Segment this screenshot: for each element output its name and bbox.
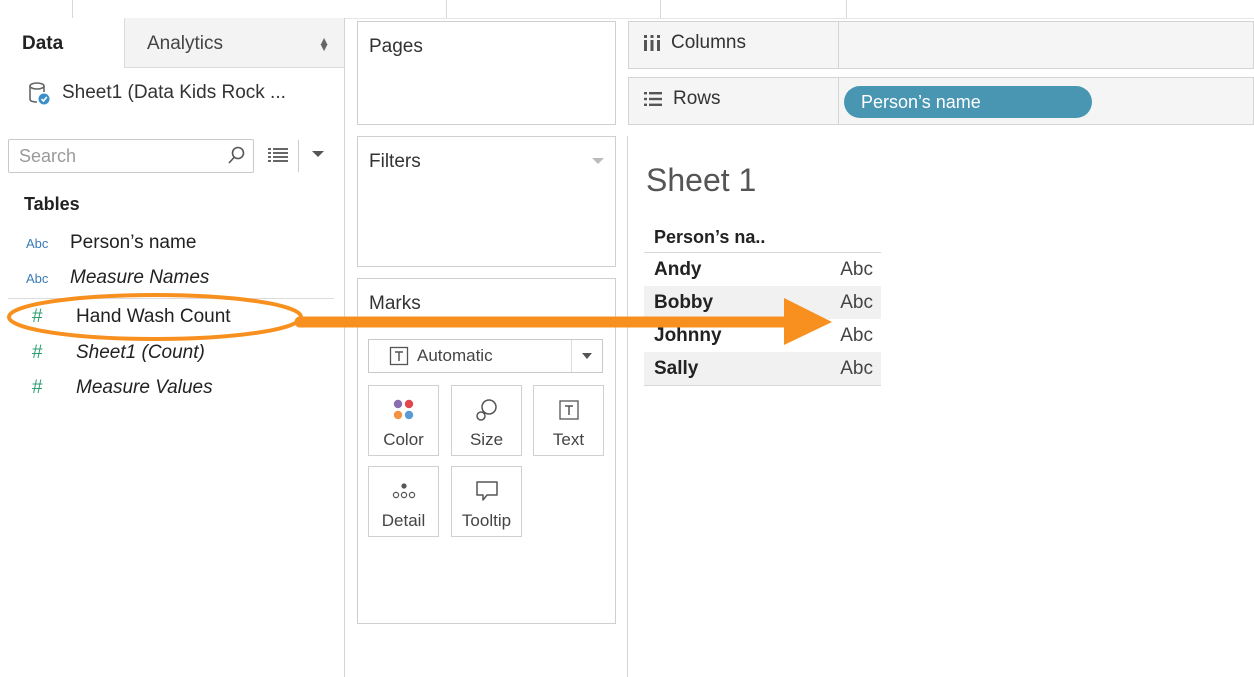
number-type-icon: #	[32, 377, 43, 398]
number-type-icon: #	[32, 342, 43, 363]
row-name: Sally	[654, 357, 699, 379]
row-name: Johnny	[654, 324, 722, 346]
string-type-icon: Abc	[26, 235, 49, 251]
detail-label: Detail	[381, 511, 426, 530]
sheet-title[interactable]: Sheet 1	[646, 162, 756, 199]
text-label: Text	[552, 430, 585, 449]
datasource-icon	[29, 82, 50, 105]
datasource-name: Sheet1 (Data Kids Rock ...	[62, 82, 286, 103]
table-row[interactable]: Johnny Abc	[644, 319, 881, 352]
data-pane: Data Analytics ▲ ▼ Sheet1 (Data Kids Rock…	[0, 18, 345, 677]
field-label: Measure Values	[76, 377, 213, 398]
rows-pill-persons-name[interactable]: Person’s name	[844, 86, 1092, 118]
toolbar-divider	[660, 0, 661, 18]
toolbar-divider	[446, 0, 447, 18]
field-divider	[8, 298, 334, 299]
tables-heading: Tables	[24, 194, 80, 214]
search-divider	[298, 140, 299, 172]
tab-analytics-label: Analytics	[147, 33, 224, 54]
row-name: Andy	[654, 258, 702, 280]
tooltip-label: Tooltip	[461, 511, 512, 530]
rows-label: Rows	[673, 88, 721, 109]
field-label: Hand Wash Count	[76, 306, 231, 327]
marks-title: Marks	[369, 293, 421, 314]
string-type-icon: Abc	[26, 270, 49, 286]
field-measure-names[interactable]: Abc Measure Names	[26, 263, 209, 293]
field-sheet1-count[interactable]: # Sheet1 (Count)	[26, 338, 205, 368]
rows-shelf-label: Rows	[643, 88, 721, 110]
marks-card: Marks Automatic Color Size Text Detail T…	[357, 278, 616, 624]
color-icon	[392, 396, 416, 424]
toolbar-divider	[72, 0, 73, 18]
field-persons-name[interactable]: Abc Person’s name	[26, 228, 196, 258]
shelf-divider	[838, 22, 839, 68]
table-row[interactable]: Bobby Abc	[644, 286, 881, 319]
top-toolbar-strip	[0, 0, 1254, 19]
table-row[interactable]: Sally Abc	[644, 352, 881, 385]
field-measure-values[interactable]: # Measure Values	[26, 373, 213, 403]
columns-icon	[644, 35, 660, 51]
rows-shelf[interactable]: Rows Person’s name	[628, 77, 1254, 125]
chevron-down-icon[interactable]	[571, 340, 602, 372]
search-box[interactable]	[8, 139, 254, 173]
table-header[interactable]: Person’s na..	[644, 222, 881, 253]
row-value: Abc	[840, 258, 873, 280]
filters-title: Filters	[369, 151, 421, 172]
dropdown-caret-icon[interactable]	[311, 149, 325, 159]
view-table: Person’s na.. Andy Abc Bobby Abc Johnny …	[644, 222, 881, 386]
field-hand-wash-count[interactable]: # Hand Wash Count	[26, 302, 231, 332]
row-value: Abc	[840, 324, 873, 346]
filters-menu-caret-icon[interactable]	[591, 157, 605, 165]
color-label: Color	[383, 430, 424, 449]
pages-card[interactable]: Pages	[357, 21, 616, 125]
mark-type-dropdown[interactable]: Automatic	[368, 339, 603, 373]
columns-label: Columns	[671, 32, 746, 53]
detail-icon	[391, 477, 417, 505]
size-icon	[474, 396, 500, 424]
field-label: Measure Names	[70, 267, 210, 288]
tooltip-button[interactable]: Tooltip	[451, 466, 522, 537]
text-mark-icon	[389, 346, 409, 366]
field-label: Sheet1 (Count)	[76, 342, 205, 363]
tooltip-icon	[474, 477, 500, 505]
toolbar-divider	[846, 0, 847, 18]
worksheet-view: Sheet 1 Person’s na.. Andy Abc Bobby Abc…	[627, 136, 1254, 677]
color-button[interactable]: Color	[368, 385, 439, 456]
filters-card[interactable]: Filters	[357, 136, 616, 267]
number-type-icon: #	[32, 306, 43, 327]
row-value: Abc	[840, 357, 873, 379]
size-button[interactable]: Size	[451, 385, 522, 456]
table-bottom-border	[644, 385, 881, 386]
datasource-item[interactable]: Sheet1 (Data Kids Rock ...	[26, 80, 286, 106]
tab-analytics[interactable]: Analytics ▲ ▼	[124, 18, 344, 68]
mark-type-value: Automatic	[417, 346, 493, 365]
row-value: Abc	[840, 291, 873, 313]
row-name: Bobby	[654, 291, 714, 313]
shelf-divider	[838, 78, 839, 124]
columns-shelf-label: Columns	[643, 32, 746, 54]
table-row[interactable]: Andy Abc	[644, 253, 881, 286]
text-icon	[558, 396, 580, 424]
search-input[interactable]	[9, 140, 221, 172]
size-label: Size	[469, 430, 504, 449]
sort-caret-icon: ▲ ▼	[318, 34, 330, 54]
field-label: Person’s name	[70, 232, 197, 253]
tab-data[interactable]: Data	[0, 18, 124, 68]
pages-title: Pages	[369, 36, 423, 57]
text-button[interactable]: Text	[533, 385, 604, 456]
columns-shelf[interactable]: Columns	[628, 21, 1254, 69]
rows-icon	[644, 92, 662, 106]
search-icon[interactable]	[227, 145, 247, 167]
detail-button[interactable]: Detail	[368, 466, 439, 537]
list-view-icon[interactable]	[266, 145, 290, 165]
